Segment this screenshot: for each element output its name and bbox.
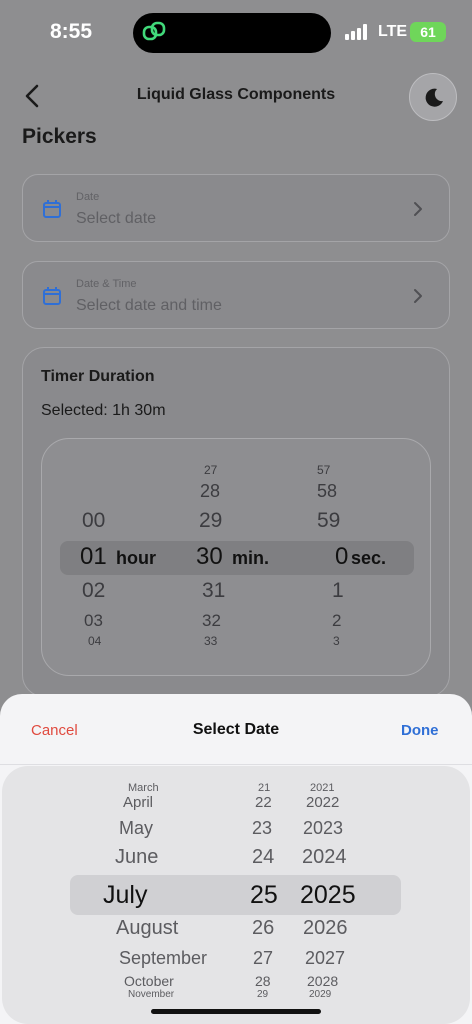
date-field[interactable]: Date Select date [22,174,450,242]
year-option[interactable]: 2021 [310,782,334,794]
day-option[interactable]: 24 [252,846,274,869]
day-option[interactable]: 21 [258,782,270,794]
calendar-icon [43,287,61,305]
back-icon[interactable] [18,80,48,112]
day-option[interactable]: 28 [255,973,271,989]
year-option[interactable]: 2023 [303,818,343,839]
month-option[interactable]: September [119,948,207,969]
year-option[interactable]: 2029 [309,989,331,1000]
day-option[interactable]: 22 [255,794,272,811]
year-option[interactable]: 2027 [305,948,345,969]
day-selected[interactable]: 25 [250,881,278,910]
theme-toggle-button[interactable] [409,73,457,121]
datetime-field-label: Date & Time [76,278,137,290]
day-option[interactable]: 27 [253,948,273,969]
day-option[interactable]: 26 [252,917,274,940]
dynamic-island [133,13,331,53]
battery-icon: 61 [410,22,446,42]
home-indicator[interactable] [151,1009,321,1014]
month-option[interactable]: May [119,818,153,839]
timer-duration-card: Timer Duration Selected: 1h 30m 00 01 ho… [22,347,450,697]
minute-option[interactable]: 29 [199,509,222,533]
moon-icon [425,88,443,107]
second-unit-label: sec. [351,548,387,568]
second-option[interactable]: 2 [332,611,341,631]
second-selected[interactable]: 0 [335,543,348,571]
divider [0,764,472,765]
minute-option[interactable]: 33 [204,634,217,648]
second-option[interactable]: 57 [317,463,330,477]
second-option[interactable]: 1 [332,579,344,603]
calendar-icon [43,200,61,218]
year-option[interactable]: 2026 [303,917,348,940]
month-selected[interactable]: July [103,881,147,910]
month-option[interactable]: June [115,846,158,869]
year-option[interactable]: 2022 [306,794,339,811]
status-time: 8:55 [50,20,93,43]
day-option[interactable]: 23 [252,818,272,839]
datetime-field-placeholder: Select date and time [76,297,222,314]
hour-option[interactable]: 00 [82,509,105,533]
minute-option[interactable]: 31 [202,579,225,603]
chevron-right-icon [414,289,422,303]
link-icon [142,21,166,41]
month-option[interactable]: October [124,973,174,989]
network-label: LTE [378,23,408,40]
date-field-placeholder: Select date [76,210,157,227]
signal-icon [345,24,371,40]
minute-option[interactable]: 28 [200,481,220,502]
timer-selected-value: Selected: 1h 30m [41,402,166,419]
second-option[interactable]: 3 [333,634,340,648]
month-option[interactable]: April [123,794,153,811]
month-option[interactable]: November [128,989,174,1000]
cancel-button[interactable]: Cancel [31,722,78,739]
year-selected[interactable]: 2025 [300,881,356,910]
date-field-label: Date [76,191,100,203]
minute-selected[interactable]: 30 [196,543,223,571]
second-option[interactable]: 59 [317,509,340,533]
hour-selected[interactable]: 01 [80,543,107,571]
minute-option[interactable]: 27 [204,463,217,477]
year-option[interactable]: 2028 [307,973,338,989]
status-bar: 8:55 LTE 61 [0,0,472,66]
chevron-right-icon [414,202,422,216]
timer-picker-wheel[interactable]: 00 01 hour 02 03 04 27 28 29 30 min. 31 … [41,438,431,676]
datetime-field[interactable]: Date & Time Select date and time [22,261,450,329]
page-title: Liquid Glass Components [136,86,336,103]
hour-option[interactable]: 03 [84,611,103,631]
year-option[interactable]: 2024 [302,846,347,869]
sheet-title: Select Date [192,721,280,738]
done-button[interactable]: Done [401,722,439,739]
month-option[interactable]: August [116,917,178,940]
hour-unit-label: hour [116,548,156,568]
section-title: Pickers [22,125,97,148]
minute-unit-label: min. [232,548,270,568]
hour-option[interactable]: 02 [82,579,105,603]
second-option[interactable]: 58 [317,481,337,502]
hour-option[interactable]: 04 [88,634,101,648]
date-picker-sheet: Cancel Select Date Done March April May … [0,694,472,1024]
day-option[interactable]: 29 [257,989,268,1000]
month-option[interactable]: March [128,782,159,794]
timer-title: Timer Duration [41,368,155,385]
minute-option[interactable]: 32 [202,611,221,631]
date-picker-wheel[interactable]: March April May June July August Septemb… [2,766,470,1024]
